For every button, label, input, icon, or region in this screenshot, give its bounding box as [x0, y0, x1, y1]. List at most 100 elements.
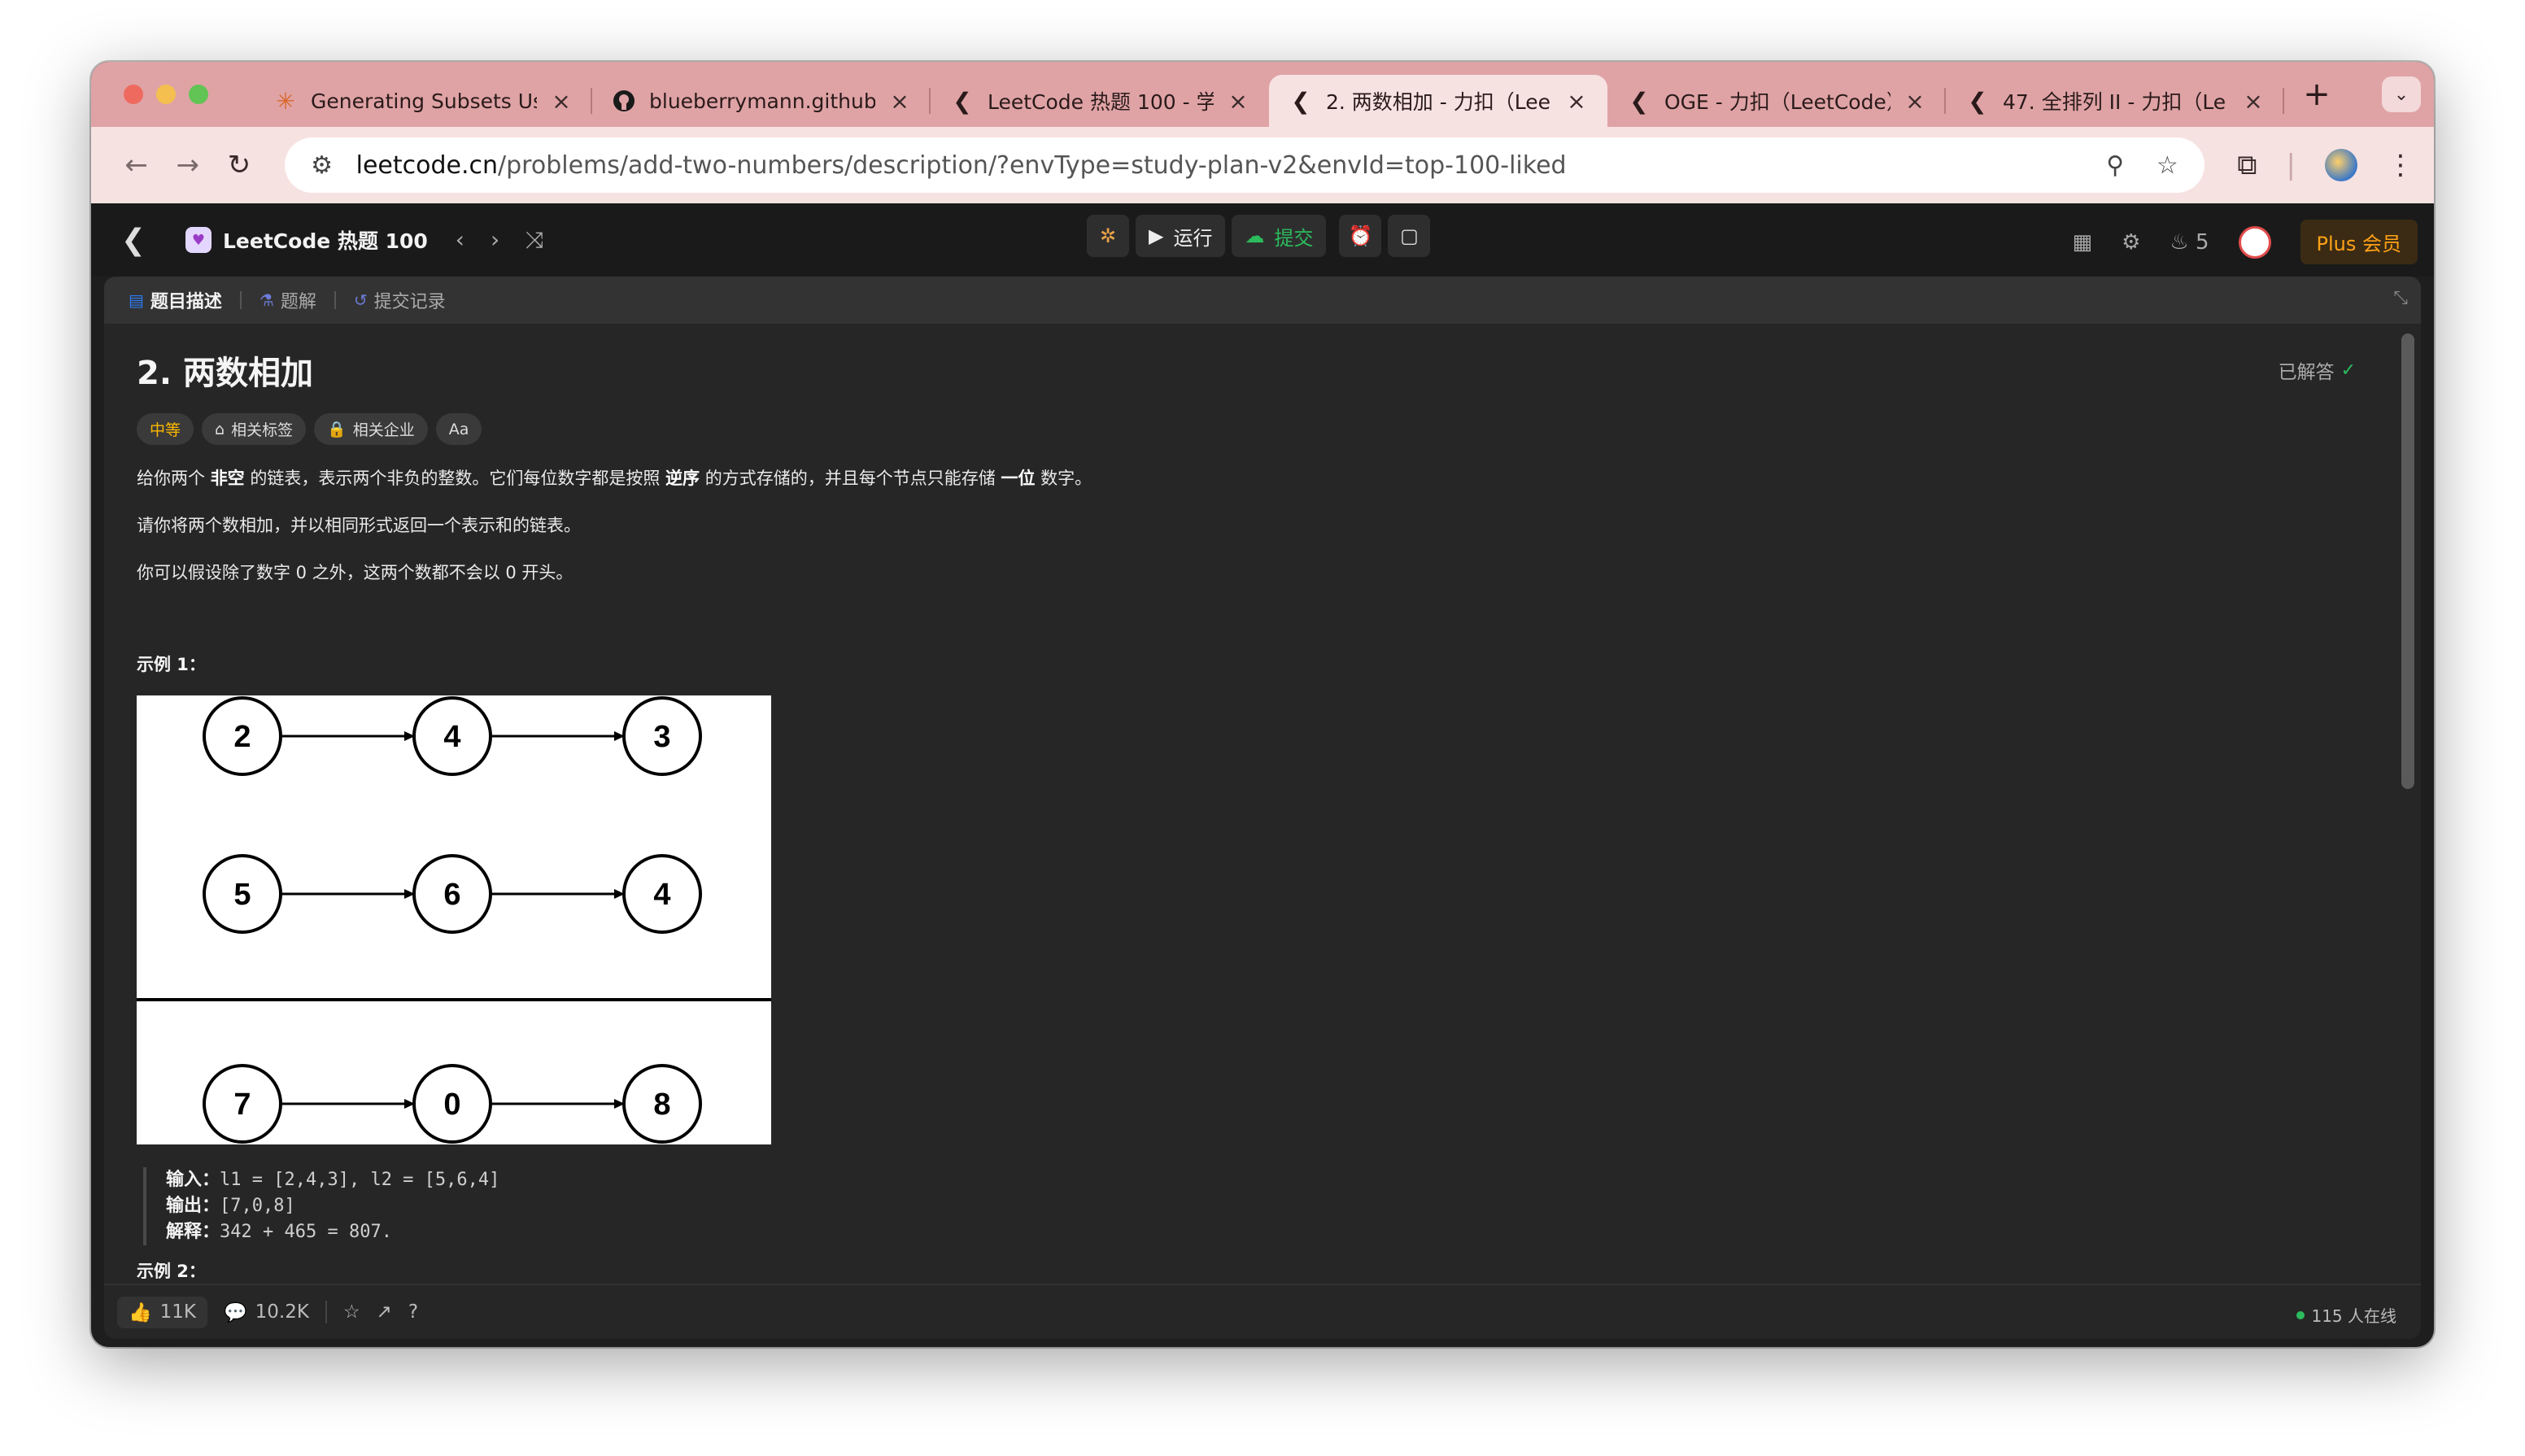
submit-button[interactable]: ☁ 提交 [1232, 215, 1327, 257]
profile-avatar[interactable] [2325, 149, 2358, 181]
browser-tab[interactable]: ❮ OGE - 力扣（LeetCode） × [1607, 75, 1946, 127]
close-tab-icon[interactable]: × [1904, 88, 1926, 115]
extensions-icon[interactable]: ⧉ [2237, 149, 2257, 181]
next-problem-icon[interactable]: › [491, 226, 499, 254]
browser-tab[interactable]: ❮ LeetCode 热题 100 - 学 × [931, 75, 1269, 127]
tab-submissions[interactable]: ↺ 提交记录 [346, 287, 454, 313]
thumbs-up-icon: 👍 [129, 1301, 152, 1323]
window-controls [124, 85, 254, 104]
content-scrollbar[interactable] [2401, 333, 2414, 789]
minimize-window-button[interactable] [156, 85, 176, 104]
shuffle-icon[interactable]: ⤨ [525, 226, 543, 254]
run-button[interactable]: ▶ 运行 [1136, 215, 1226, 257]
browser-tab-active[interactable]: ❮ 2. 两数相加 - 力扣（Lee × [1269, 75, 1607, 127]
streak-counter[interactable]: ♨ 5 [2170, 230, 2209, 255]
node-value: 8 [653, 1088, 670, 1122]
browser-window: ✳ Generating Subsets Usi × blueberrymann… [91, 62, 2434, 1347]
tab-title: OGE - 力扣（LeetCode） [1664, 90, 1890, 114]
problem-description-2: 请你将两个数相加，并以相同形式返回一个表示和的链表。 [137, 516, 581, 535]
debug-icon[interactable]: ✲ [1087, 215, 1129, 257]
problem-navigation: ‹ › ⤨ [456, 226, 544, 254]
reload-button[interactable]: ↻ [213, 139, 264, 191]
back-button[interactable]: ← [111, 139, 162, 191]
problem-content: 2. 两数相加 已解答 ✓ 中等 ⌂ 相关标签 🔒 相关企业 Aa 给你两个 非空 … [137, 324, 2372, 1279]
close-tab-icon[interactable]: × [2242, 88, 2265, 115]
browser-tab[interactable]: ✳ Generating Subsets Usi × [254, 75, 592, 127]
solved-status: 已解答 ✓ [2278, 360, 2356, 384]
description-icon: ▤ [129, 290, 144, 310]
leetcode-logo-icon[interactable]: ❮ [116, 222, 151, 258]
problem-description-3: 你可以假设除了数字 0 之外，这两个数都不会以 0 开头。 [137, 563, 573, 582]
favorite-star-icon[interactable]: ☆ [343, 1301, 360, 1323]
problem-tags: 中等 ⌂ 相关标签 🔒 相关企业 Aa [137, 413, 2372, 445]
difficulty-badge: 中等 [137, 413, 194, 445]
study-plan-link[interactable]: ♥ LeetCode 热题 100 [185, 225, 428, 255]
browser-menu-icon[interactable]: ⋮ [2387, 149, 2414, 181]
example-1-explanation: 342 + 465 = 807. [220, 1222, 392, 1242]
example-1-output: [7,0,8] [220, 1196, 295, 1216]
close-tab-icon[interactable]: × [550, 88, 573, 115]
flask-icon: ⚗ [259, 290, 274, 310]
layout-icon[interactable]: ▦ [2073, 230, 2093, 255]
run-submit-group: ✲ ▶ 运行 ☁ 提交 ⏰ ▢ [1087, 215, 1431, 265]
tab-title: 2. 两数相加 - 力扣（Lee [1326, 90, 1550, 114]
panel-tabs: ▤ 题目描述 ⚗ 题解 ↺ 提交记录 [104, 277, 2421, 324]
site-info-icon[interactable]: ⚙ [304, 151, 340, 180]
address-bar[interactable]: ⚙ leetcode.cn/problems/add-two-numbers/d… [284, 137, 2205, 193]
leetcode-icon: ❮ [953, 87, 972, 115]
comments-button[interactable]: 💬 10.2K [224, 1301, 309, 1323]
close-tab-icon[interactable]: × [1227, 88, 1249, 115]
tabs: ✳ Generating Subsets Usi × blueberrymann… [254, 62, 2336, 127]
forward-button[interactable]: → [162, 139, 213, 191]
browser-toolbar: ← → ↻ ⚙ leetcode.cn/problems/add-two-num… [91, 127, 2434, 203]
node-value: 4 [443, 720, 460, 754]
online-dot-icon [2296, 1310, 2305, 1319]
problem-footer: 👍 11K 💬 10.2K ☆ ↗ ? 115 人在线 [104, 1284, 2421, 1339]
node-value: 2 [233, 720, 251, 754]
tab-title: 47. 全排列 II - 力扣（Le [2003, 90, 2226, 114]
help-icon[interactable]: ? [408, 1301, 418, 1323]
online-count: 115 人在线 [2296, 1303, 2396, 1327]
timer-icon[interactable]: ⏰ [1339, 215, 1382, 257]
tab-title: LeetCode 热题 100 - 学 [988, 90, 1214, 114]
comment-icon: 💬 [224, 1301, 247, 1323]
tab-strip: ✳ Generating Subsets Usi × blueberrymann… [91, 62, 2434, 127]
node-value: 7 [233, 1088, 251, 1122]
example-1-input: l1 = [2,4,3], l2 = [5,6,4] [220, 1170, 500, 1190]
linked-list-diagram: 2 4 3 5 6 4 7 0 8 [137, 695, 771, 1144]
plus-membership-button[interactable]: Plus 会员 [2300, 220, 2418, 264]
browser-tab[interactable]: ❮ 47. 全排列 II - 力扣（Le × [1946, 75, 2284, 127]
maximize-window-button[interactable] [189, 85, 208, 104]
notes-icon[interactable]: ▢ [1388, 215, 1431, 257]
node-value: 6 [443, 878, 460, 912]
close-tab-icon[interactable]: × [1565, 88, 1588, 115]
user-avatar[interactable] [2238, 225, 2271, 259]
settings-gear-icon[interactable]: ⚙ [2122, 230, 2140, 255]
node-value: 0 [443, 1088, 460, 1122]
related-companies-chip[interactable]: 🔒 相关企业 [314, 413, 428, 445]
close-window-button[interactable] [124, 85, 143, 104]
node-value: 4 [653, 878, 670, 912]
prev-problem-icon[interactable]: ‹ [456, 226, 464, 254]
zoom-icon[interactable]: ⚲ [2097, 151, 2133, 180]
font-size-chip[interactable]: Aa [435, 413, 482, 445]
browser-tab[interactable]: blueberrymann.github.io × [592, 75, 931, 127]
like-button[interactable]: 👍 11K [117, 1296, 207, 1328]
collapse-panel-icon[interactable]: ⤡ [2393, 288, 2408, 308]
problem-panel: ▤ 题目描述 ⚗ 题解 ↺ 提交记录 ⤡ 2. 两数相加 已解答 ✓ 中等 ⌂ 相关标签… [104, 277, 2421, 1339]
new-tab-button[interactable]: + [2297, 76, 2336, 113]
bookmark-star-icon[interactable]: ☆ [2149, 151, 2185, 180]
problem-title: 2. 两数相加 [137, 355, 313, 392]
study-plan-icon: ♥ [185, 227, 212, 253]
lock-icon: 🔒 [327, 421, 347, 438]
tab-solutions[interactable]: ⚗ 题解 [251, 287, 325, 313]
leetcode-header: ❮ ♥ LeetCode 热题 100 ‹ › ⤨ ✲ ▶ 运行 ☁ 提交 ⏰ … [91, 203, 2434, 277]
related-tags-chip[interactable]: ⌂ 相关标签 [202, 413, 307, 445]
asterisk-icon: ✳ [276, 87, 295, 115]
close-tab-icon[interactable]: × [888, 88, 911, 115]
url-text: leetcode.cn/problems/add-two-numbers/des… [355, 150, 1567, 180]
share-icon[interactable]: ↗ [377, 1301, 392, 1323]
github-icon [612, 89, 636, 113]
tab-search-button[interactable]: ⌄ [2382, 76, 2421, 112]
tab-description[interactable]: ▤ 题目描述 [120, 287, 230, 313]
